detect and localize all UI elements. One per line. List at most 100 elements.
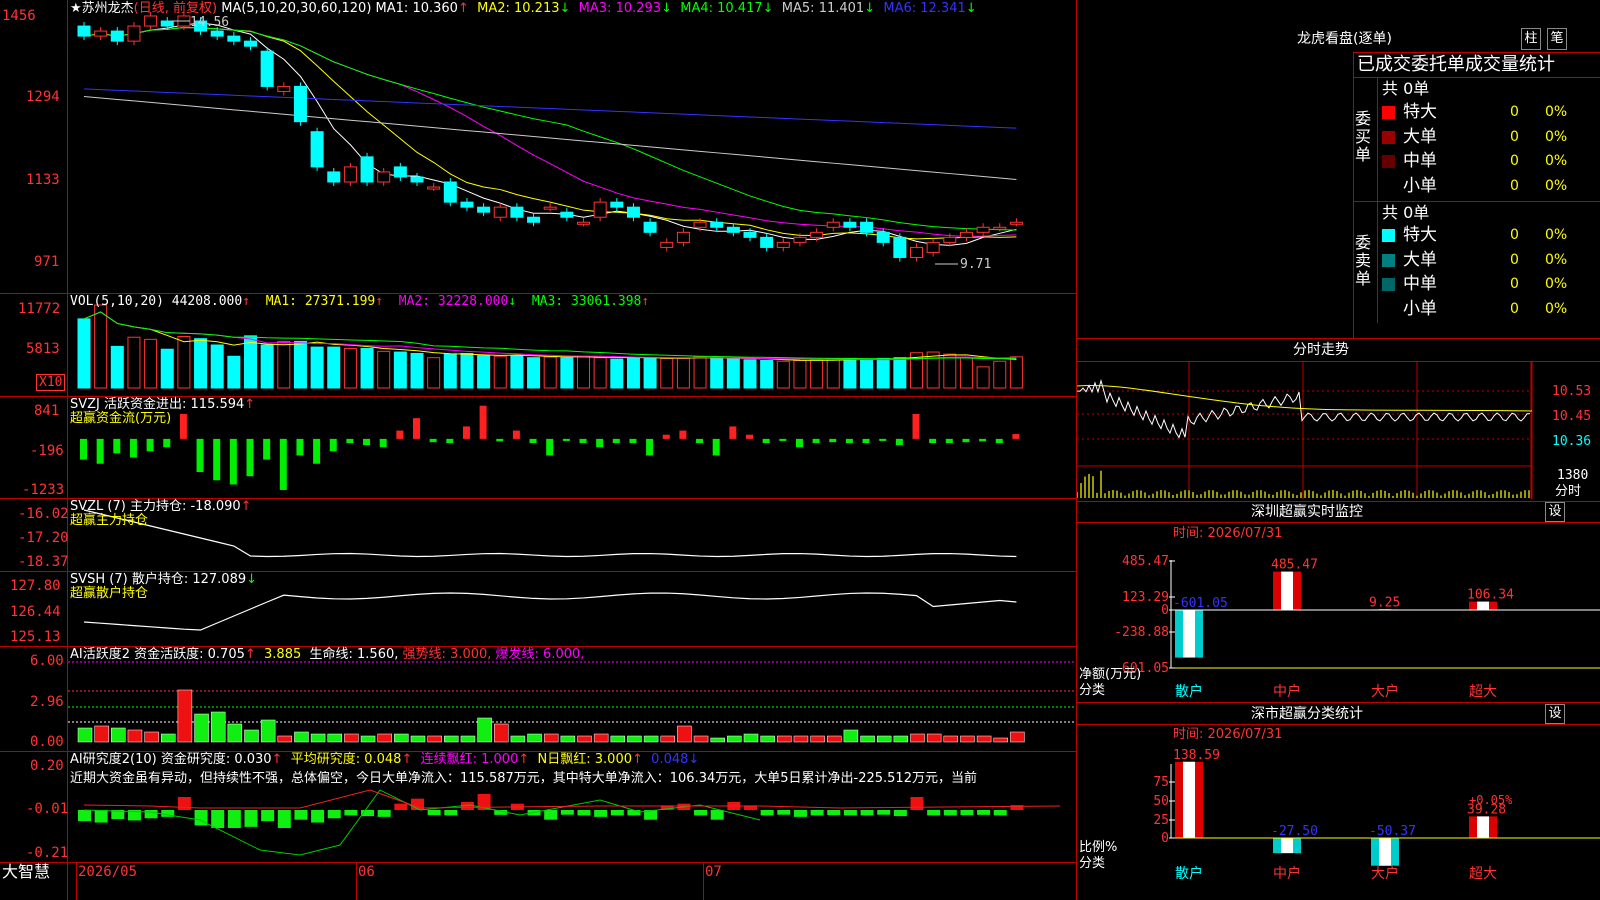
category-label: 中户 — [1273, 865, 1301, 882]
candle — [926, 241, 940, 253]
volume-bar — [793, 360, 807, 389]
volume-bar — [776, 360, 790, 389]
candle — [110, 30, 124, 42]
candle — [710, 221, 724, 228]
fund-flow-bar — [912, 413, 920, 439]
fund-flow-bar — [929, 438, 937, 444]
ai-research-bar — [444, 810, 458, 816]
ai-research-bar — [777, 810, 791, 815]
candle — [793, 236, 807, 243]
chart-mode[interactable]: (日线, 前复权) — [134, 1, 217, 16]
volume-bar — [443, 353, 457, 389]
ma-line-5 — [83, 22, 1017, 246]
fund-flow-bar — [163, 438, 171, 448]
tick-mode-button[interactable]: 笔 — [1547, 28, 1567, 50]
fund-flow-bar — [80, 438, 87, 460]
candle — [244, 40, 257, 47]
bar-shine — [1281, 571, 1293, 610]
ai-research-nday: N日飘红: 3.000 — [537, 752, 632, 767]
y-tick: 0 — [1161, 831, 1169, 846]
ai-active-bar — [410, 735, 426, 743]
vol-ma-20 — [83, 311, 1017, 360]
ai-active-bar — [377, 733, 392, 743]
volume-bar — [277, 340, 291, 389]
fund-flow-bar — [562, 438, 570, 441]
volume-bar — [693, 356, 707, 389]
fund-flow-bar — [396, 430, 404, 439]
ai-active-bar — [793, 735, 809, 743]
ai-research-bar — [627, 810, 641, 816]
ai-active-bar — [910, 733, 925, 743]
y-tick: 75 — [1153, 775, 1169, 790]
intraday-y-1: 10.45 — [1552, 409, 1592, 424]
candle — [910, 246, 923, 258]
ai-active-bar — [444, 735, 459, 743]
monitor-settings-button[interactable]: 设 — [1545, 502, 1565, 522]
fund-flow-bar — [363, 438, 371, 446]
ai-research-bar — [893, 810, 907, 817]
ai-active-strong: 强势线: 3.000, — [402, 647, 492, 662]
ai-active-bar — [593, 733, 609, 743]
intraday-chart[interactable] — [1077, 361, 1600, 501]
volume-bar — [626, 357, 640, 389]
ai-research-bar — [311, 810, 325, 823]
monitor-title: 深圳超赢实时监控 — [1251, 504, 1363, 520]
ai-research-bar — [544, 810, 558, 820]
monitor-bar-chart: -601.05散户485.47中户9.25大户106.34超大485.47123… — [1114, 554, 1600, 700]
ai-active-bar — [294, 731, 309, 743]
main-chart-area[interactable]: ★苏州龙杰(日线, 前复权) MA(5,10,20,30,60,120) MA1… — [0, 0, 1077, 900]
order-name: 特大 — [1403, 102, 1437, 122]
fund-flow-bar — [862, 438, 870, 444]
volume-bar — [876, 357, 890, 389]
intraday-y-0: 10.53 — [1552, 384, 1592, 399]
brand-logo[interactable]: 大智慧 — [2, 863, 50, 881]
candle — [160, 20, 174, 27]
fund-flow-bar — [446, 438, 454, 444]
svsh-line — [83, 592, 1017, 631]
order-swatch — [1382, 302, 1395, 316]
ai-active-bar — [577, 735, 592, 743]
bar-value-label: 9.25 — [1369, 595, 1400, 610]
category-label: 超大 — [1469, 866, 1497, 882]
y-tick-vol-1: 5813 — [26, 341, 60, 357]
y-tick: 50 — [1153, 794, 1169, 809]
ai-research-bar — [427, 810, 441, 816]
bar-value-label: -27.50 — [1271, 824, 1318, 839]
fund-flow-bar — [679, 430, 687, 439]
fund-flow-bar — [129, 438, 137, 458]
candle — [410, 176, 424, 183]
candle — [260, 50, 274, 87]
candle — [843, 221, 857, 228]
ai-active-bar — [127, 729, 143, 743]
fund-flow-bar — [762, 438, 770, 444]
ai-research-bar — [94, 810, 108, 823]
classify-settings-button[interactable]: 设 — [1545, 704, 1565, 724]
y-tick-svsh-0: 127.80 — [10, 578, 61, 594]
monitor-xlabel: 分类 — [1079, 683, 1106, 698]
ai-active-bar — [827, 735, 842, 743]
ma-item-0: MA1: 10.360↑ — [375, 1, 469, 16]
ai-active-bar — [527, 733, 542, 743]
vol-unit-badge[interactable]: X10 — [36, 374, 66, 391]
fund-flow-bar — [196, 438, 204, 473]
ai-active-bar — [677, 725, 692, 743]
ai-active-bar — [976, 735, 992, 743]
ai-research-bar — [760, 810, 774, 816]
y-tick-svsh-2: 125.13 — [10, 629, 61, 645]
ai-active-bar — [244, 729, 259, 743]
fund-flow-bar — [263, 438, 271, 460]
stock-name[interactable]: 苏州龙杰 — [82, 1, 134, 16]
volume-bar — [577, 355, 590, 389]
vol-ma-values: MA1: 27371.199↑, MA2: 32228.000↓, MA3: 3… — [265, 294, 658, 309]
ai-active-bar — [161, 733, 176, 743]
ai-research-bar — [877, 810, 891, 815]
candle — [860, 221, 874, 233]
intraday-vol-label: 1380 — [1557, 468, 1589, 483]
candle — [327, 171, 341, 183]
order-value: 0 — [1510, 300, 1519, 317]
fund-flow-bar — [229, 438, 237, 485]
volume-bar — [976, 366, 990, 389]
order-value: 0 — [1510, 177, 1519, 194]
candle — [543, 206, 557, 210]
bar-mode-button[interactable]: 柱 — [1521, 28, 1541, 50]
